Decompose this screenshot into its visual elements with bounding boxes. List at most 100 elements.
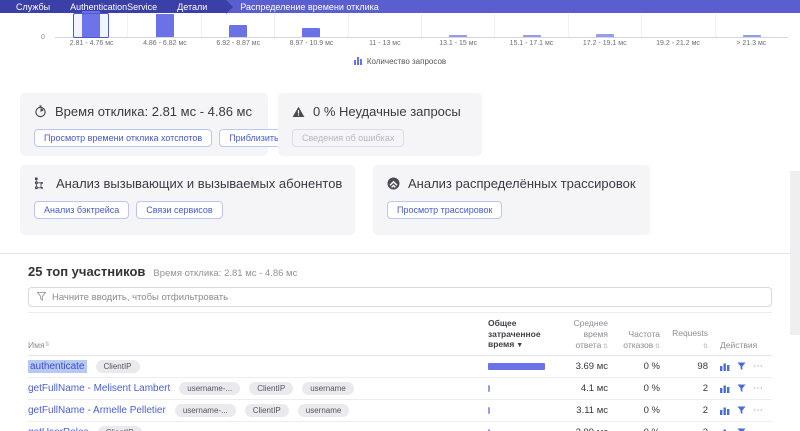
error-rate-value: 0 %	[620, 383, 660, 394]
tag-pill: username-...	[179, 382, 240, 395]
analysis-card-1: 0 % Неудачные запросы Сведения об ошибках	[278, 93, 482, 156]
card-title: Анализ распределённых трассировок	[408, 176, 636, 191]
nav-item-0[interactable]: Службы	[6, 2, 60, 12]
histogram-x-labels: 2.81 - 4.76 мс4.86 - 6.82 мс6.92 - 8.87 …	[55, 40, 788, 47]
card-0-button-0[interactable]: Просмотр времени отклика хотспотов	[34, 129, 212, 147]
apm-response-time-distribution-page: СлужбыAuthenticationServiceДетали Распре…	[0, 0, 800, 431]
nav-item-2[interactable]: Детали	[167, 2, 217, 12]
error-rate-value: 0 %	[620, 427, 660, 431]
sortable-icon: ⇅	[653, 344, 660, 350]
card-title: Время отклика: 2.81 мс - 4.86 мс	[55, 104, 252, 119]
column-header-0[interactable]: Имя ⇅	[28, 340, 476, 351]
column-header-5: Действия	[720, 340, 772, 351]
x-tick-label: 2.81 - 4.76 мс	[55, 40, 128, 47]
participant-link[interactable]: authenticate	[28, 360, 87, 373]
column-label: Requests	[672, 328, 708, 338]
scrollbar-track[interactable]	[790, 171, 800, 335]
requests-value: 2	[672, 383, 708, 394]
legend-label: Количество запросов	[367, 57, 446, 66]
chart-legend[interactable]: Количество запросов	[0, 56, 800, 67]
histogram-bar[interactable]	[449, 35, 467, 37]
histogram-bin-8[interactable]	[642, 14, 715, 37]
total-time-bar	[488, 363, 545, 370]
histogram-bin-3[interactable]	[275, 14, 348, 37]
table-row: getFullName - Melisent Lambert username-.…	[28, 378, 772, 400]
tag-pill: username	[298, 404, 350, 417]
column-label: Действия	[720, 340, 757, 350]
table-row: getFullName - Armelle Pelletier username-…	[28, 400, 772, 422]
analysis-card-2: Анализ вызывающих и вызываемых абонентов…	[20, 165, 355, 235]
table-row: getUserRolesClientIP2.99 мс0 %2⋯	[28, 422, 772, 431]
card-2-button-1[interactable]: Связи сервисов	[136, 201, 222, 219]
histogram-bar[interactable]	[302, 28, 320, 37]
warning-icon	[292, 106, 305, 118]
chart-icon[interactable]	[720, 362, 730, 371]
histogram-bar[interactable]	[596, 34, 614, 37]
histogram-bar[interactable]	[743, 35, 761, 37]
histogram-bar[interactable]	[229, 25, 247, 37]
histogram-bar[interactable]	[523, 35, 541, 37]
nav-item-1[interactable]: AuthenticationService	[60, 2, 167, 12]
card-title: 0 % Неудачные запросы	[313, 104, 461, 119]
column-header-1[interactable]: Общее затраченное время ▼	[488, 318, 548, 351]
tab-response-time-distribution[interactable]: Распределение времени отклика	[226, 0, 393, 13]
histogram-bin-5[interactable]	[422, 14, 495, 37]
total-time-bar	[488, 385, 490, 392]
histogram-bin-7[interactable]	[569, 14, 642, 37]
card-3-button-0[interactable]: Просмотр трассировок	[387, 201, 502, 219]
x-tick-label: 15.1 - 17.1 мс	[495, 40, 568, 47]
participant-link[interactable]: getFullName - Armelle Pelletier	[28, 405, 166, 416]
histogram-plot[interactable]: 0	[55, 14, 788, 38]
table-row: authenticateClientIP3.69 мс0 %98⋯	[28, 356, 772, 378]
funnel-icon	[37, 288, 46, 306]
column-header-2[interactable]: Среднее время ответа ⇅	[560, 318, 608, 351]
x-tick-label: 13.1 - 15 мс	[421, 40, 494, 47]
tag-pill: username-...	[175, 404, 236, 417]
column-header-4[interactable]: Requests ⇅	[672, 328, 708, 351]
card-1-button-0: Сведения об ошибках	[292, 129, 404, 147]
participant-link[interactable]: getUserRoles	[28, 427, 89, 431]
error-rate-value: 0 %	[620, 361, 660, 372]
analysis-card-3: Анализ распределённых трассировок Просмот…	[373, 165, 650, 235]
funnel-icon[interactable]	[737, 384, 746, 393]
top-participants-section: 25 топ участников Время отклика: 2.81 мс…	[0, 254, 800, 431]
sortable-icon: ⇅	[601, 344, 608, 350]
requests-value: 98	[672, 361, 708, 372]
avg-response-value: 3.69 мс	[560, 361, 608, 372]
callers-tree-icon	[34, 177, 48, 190]
total-time-bar	[488, 407, 490, 414]
participant-link[interactable]: getFullName - Melisent Lambert	[28, 383, 170, 394]
card-2-button-0[interactable]: Анализ бэктрейса	[34, 201, 129, 219]
histogram-bin-6[interactable]	[495, 14, 568, 37]
stopwatch-icon	[34, 105, 47, 118]
tag-pill: ClientIP	[245, 404, 289, 417]
histogram-bin-1[interactable]	[128, 14, 201, 37]
filter-input[interactable]	[52, 292, 763, 303]
avg-response-value: 3.11 мс	[560, 405, 608, 416]
histogram-bin-4[interactable]	[349, 14, 422, 37]
card-title: Анализ вызывающих и вызываемых абонентов	[56, 176, 342, 191]
x-tick-label: 4.86 - 6.82 мс	[128, 40, 201, 47]
funnel-icon[interactable]	[737, 362, 746, 371]
x-tick-label: 8.97 - 10.9 мс	[275, 40, 348, 47]
x-tick-label: 19.2 - 21.2 мс	[641, 40, 714, 47]
participants-filter[interactable]	[28, 287, 772, 307]
table-header-row: Имя ⇅ Общее затраченное время ▼ Среднее вр…	[28, 312, 772, 356]
y-axis-zero-label: 0	[41, 34, 45, 41]
funnel-icon[interactable]	[737, 406, 746, 415]
histogram-bin-9[interactable]	[716, 14, 788, 37]
column-header-3[interactable]: Частота отказов ⇅	[620, 329, 660, 351]
selection-brush[interactable]	[73, 13, 109, 38]
sort-desc-icon: ▼	[514, 342, 523, 349]
analysis-card-0: Время отклика: 2.81 мс - 4.86 мс Просмотр…	[20, 93, 268, 156]
response-time-histogram[interactable]: 0	[55, 14, 788, 38]
bar-chart-icon	[354, 56, 363, 67]
histogram-bin-2[interactable]	[202, 14, 275, 37]
chart-icon[interactable]	[720, 406, 730, 415]
tag-pill: username	[302, 382, 354, 395]
histogram-bar[interactable]	[156, 14, 174, 37]
participants-table-body: authenticateClientIP3.69 мс0 %98⋯getFull…	[28, 356, 772, 431]
chart-icon[interactable]	[720, 384, 730, 393]
sortable-icon: ⇅	[45, 342, 50, 350]
histogram-bin-0[interactable]	[55, 14, 128, 37]
